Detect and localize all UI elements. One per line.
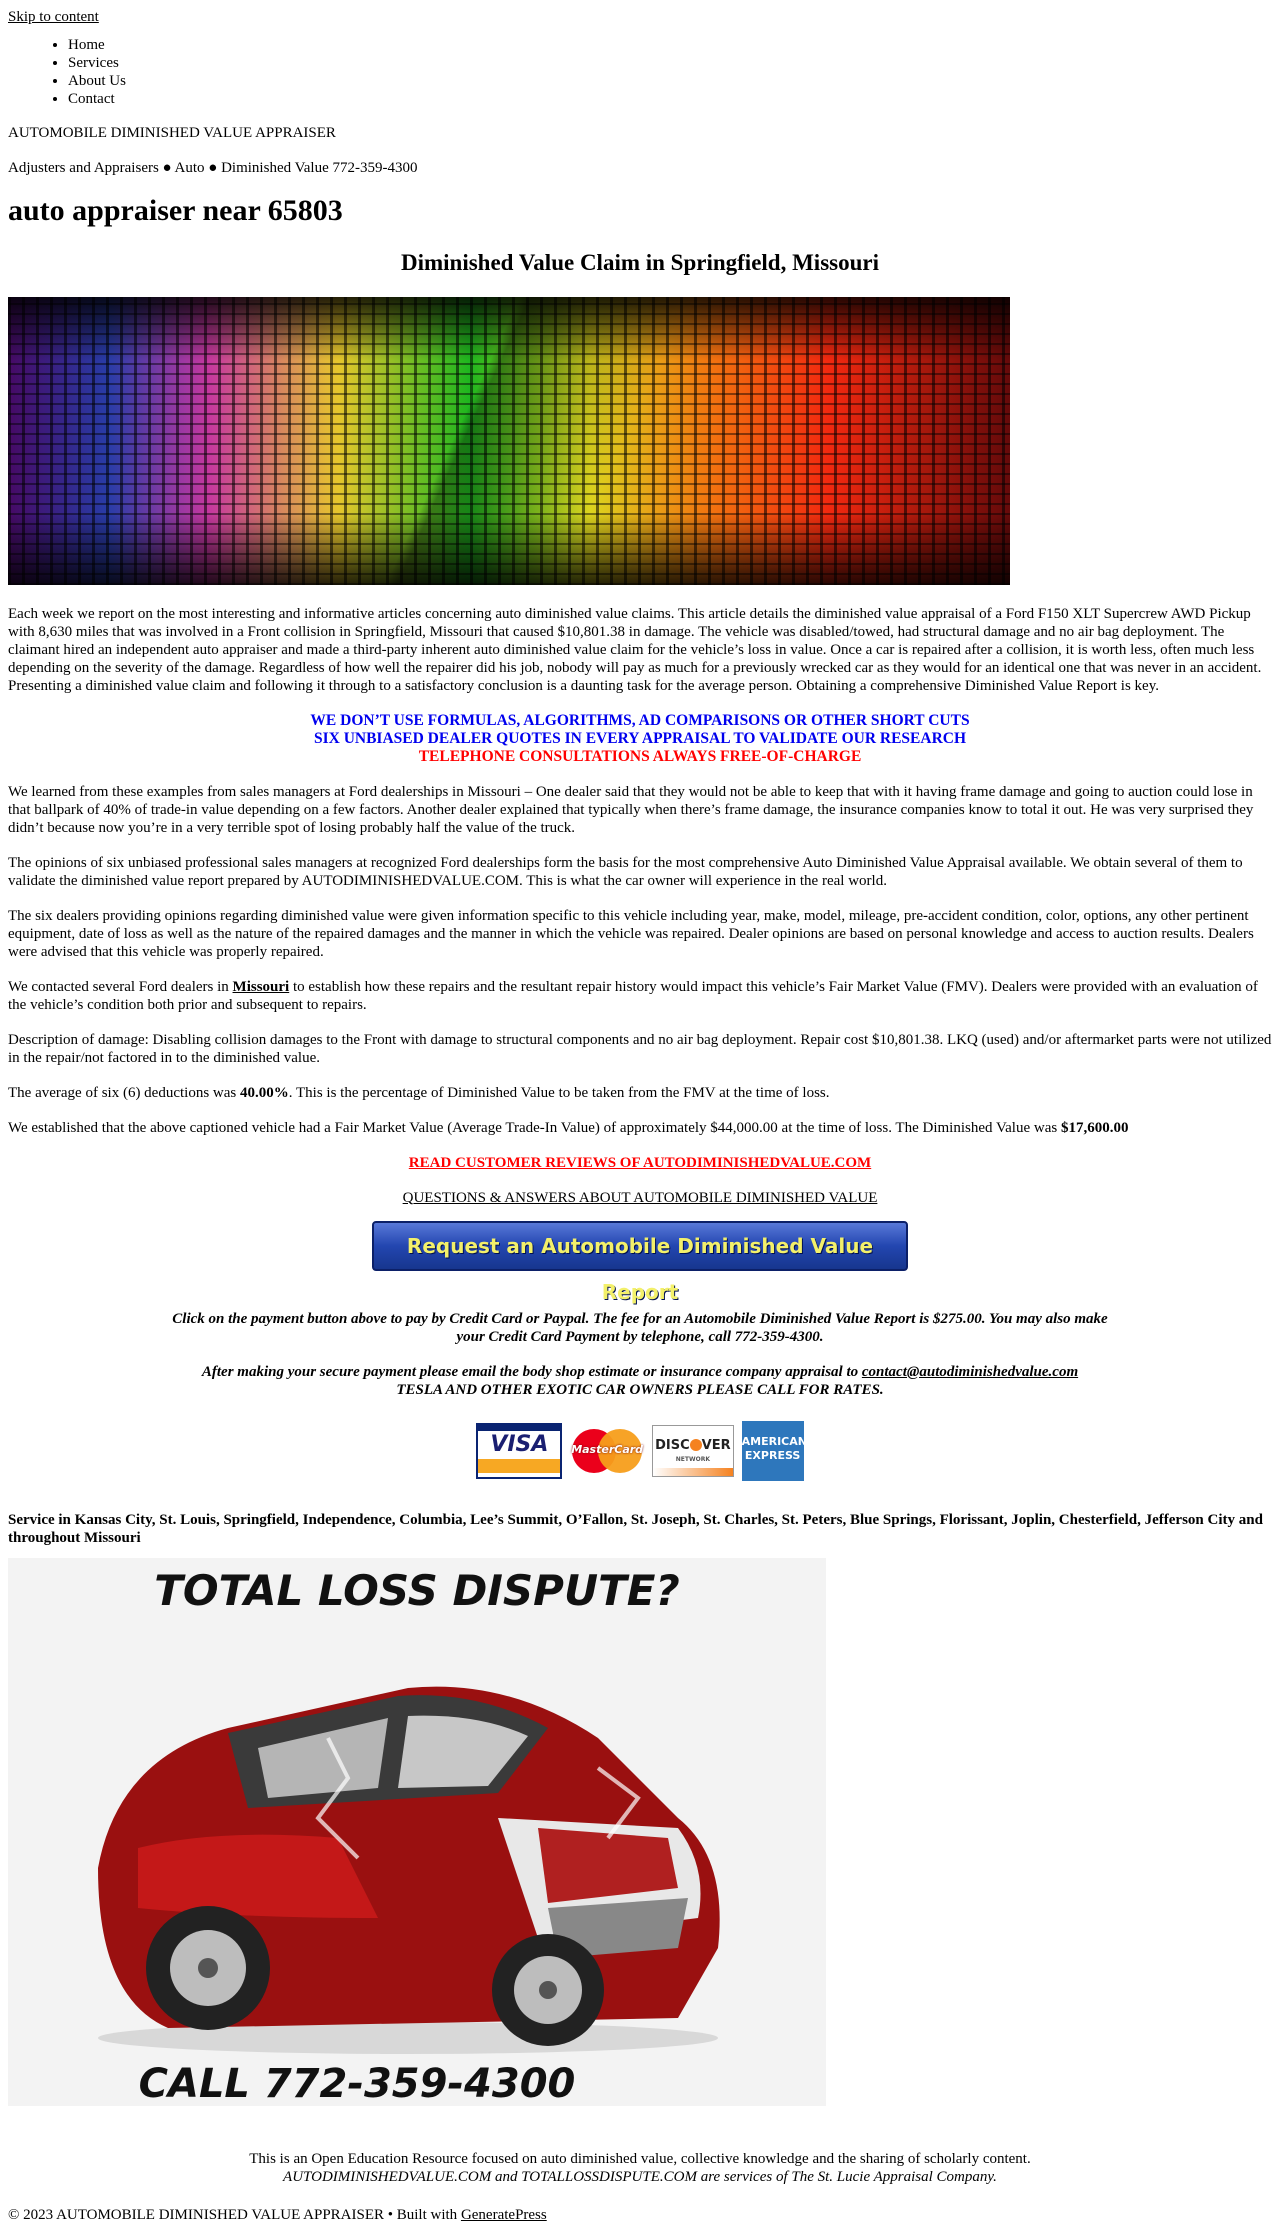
callout-no-formulas: WE DON’T USE FORMULAS, ALGORITHMS, AD CO… bbox=[310, 711, 970, 729]
page: Skip to content Home Services About Us C… bbox=[0, 0, 1280, 2234]
questions-answers-link[interactable]: QUESTIONS & ANSWERS ABOUT AUTOMOBILE DIM… bbox=[403, 1190, 878, 1206]
payment-cards: VISA MasterCard DISC VER NETWORK AMERICAN… bbox=[8, 1420, 1272, 1481]
wrecked-car-icon bbox=[98, 1686, 720, 2054]
footer-services-line: AUTODIMINISHEDVALUE.COM and TOTALLOSSDIS… bbox=[283, 2168, 997, 2185]
nav-item-services[interactable]: Services bbox=[68, 54, 1272, 72]
contacted-dealers-text: We contacted several Ford dealers in bbox=[8, 978, 233, 995]
nav-item-services-label[interactable]: Services bbox=[68, 55, 119, 71]
callout-block: WE DON’T USE FORMULAS, ALGORITHMS, AD CO… bbox=[8, 712, 1272, 766]
site-title[interactable]: AUTOMOBILE DIMINISHED VALUE APPRAISER bbox=[8, 124, 1272, 142]
payment-button-row: Request an Automobile Diminished Value R… bbox=[8, 1220, 1272, 1304]
damage-description-paragraph: Description of damage: Disabling collisi… bbox=[8, 1031, 1272, 1066]
nav-item-about-us[interactable]: About Us bbox=[68, 72, 1272, 90]
visa-label: VISA bbox=[490, 1431, 549, 1457]
footer-oer-line: This is an Open Education Resource focus… bbox=[249, 2150, 1031, 2167]
email-note-text: After making your secure payment please … bbox=[201, 1363, 862, 1380]
contacted-dealers-paragraph: We contacted several Ford dealers in Mis… bbox=[8, 978, 1272, 1014]
fmv-text: We established that the above captioned … bbox=[8, 1119, 1061, 1136]
nav-item-about-us-label[interactable]: About Us bbox=[68, 73, 126, 89]
nav-item-contact[interactable]: Contact bbox=[68, 90, 1272, 108]
total-loss-call-text: CALL 772-359-4300 bbox=[138, 2060, 576, 2106]
main-nav: Home Services About Us Contact bbox=[8, 36, 1272, 108]
fmv-paragraph: We established that the above captioned … bbox=[8, 1119, 1272, 1137]
payment-note: Click on the payment button above to pay… bbox=[172, 1310, 1108, 1345]
missouri-link[interactable]: Missouri bbox=[233, 979, 290, 995]
deductions-text: The average of six (6) deductions was bbox=[8, 1084, 241, 1101]
nav-item-home-label[interactable]: Home bbox=[68, 37, 105, 53]
discover-label-a: DISC bbox=[655, 1437, 690, 1453]
copyright-text: © 2023 AUTOMOBILE DIMINISHED VALUE APPRA… bbox=[8, 2206, 461, 2223]
visa-icon: VISA bbox=[476, 1422, 563, 1479]
service-area: Service in Kansas City, St. Louis, Sprin… bbox=[8, 1511, 1263, 1546]
request-report-button[interactable]: Request an Automobile Diminished Value R… bbox=[372, 1220, 908, 1304]
total-loss-dispute-image: TOTAL LOSS DISPUTE? CALL 772-359-4300 bbox=[8, 1557, 826, 2106]
discover-icon: DISC VER NETWORK bbox=[651, 1424, 734, 1477]
callout-six-dealer-quotes: SIX UNBIASED DEALER QUOTES IN EVERY APPR… bbox=[313, 729, 967, 747]
amex-label-1: AMERICAN bbox=[741, 1434, 807, 1448]
site-description: Adjusters and Appraisers ● Auto ● Dimini… bbox=[8, 160, 418, 176]
copyright: © 2023 AUTOMOBILE DIMINISHED VALUE APPRA… bbox=[8, 2206, 1272, 2224]
dealer-info-paragraph: The six dealers providing opinions regar… bbox=[8, 907, 1254, 960]
contact-email-link[interactable]: contact@autodiminishedvalue.com bbox=[862, 1364, 1078, 1380]
discover-network-label: NETWORK bbox=[675, 1455, 710, 1463]
dealer-examples-paragraph: We learned from these examples from sale… bbox=[8, 783, 1254, 836]
diminished-value-amount: $17,600.00 bbox=[1060, 1119, 1129, 1136]
opinions-paragraph: The opinions of six unbiased professiona… bbox=[8, 854, 1243, 889]
deductions-text-rest: . This is the percentage of Diminished V… bbox=[288, 1084, 830, 1101]
nav-item-home[interactable]: Home bbox=[68, 36, 1272, 54]
american-express-icon: AMERICAN EXPRESS bbox=[741, 1420, 807, 1481]
callout-free-consultations: TELEPHONE CONSULTATIONS ALWAYS FREE-OF-C… bbox=[418, 747, 862, 765]
footer-note: This is an Open Education Resource focus… bbox=[8, 2150, 1272, 2186]
nav-item-contact-label[interactable]: Contact bbox=[68, 91, 115, 107]
mastercard-icon: MasterCard bbox=[570, 1425, 644, 1477]
page-subtitle: Diminished Value Claim in Springfield, M… bbox=[401, 250, 879, 275]
mastercard-label: MasterCard bbox=[571, 1442, 644, 1456]
deductions-percentage: 40.00% bbox=[240, 1084, 289, 1101]
deductions-paragraph: The average of six (6) deductions was 40… bbox=[8, 1084, 1272, 1102]
intro-paragraph: Each week we report on the most interest… bbox=[8, 605, 1262, 694]
email-note: After making your secure payment please … bbox=[8, 1363, 1272, 1399]
customer-reviews-link[interactable]: READ CUSTOMER REVIEWS OF AUTODIMINISHEDV… bbox=[409, 1155, 871, 1171]
exotic-car-note: TESLA AND OTHER EXOTIC CAR OWNERS PLEASE… bbox=[396, 1381, 884, 1398]
page-title: auto appraiser near 65803 bbox=[8, 194, 343, 227]
discover-label-b: VER bbox=[701, 1437, 731, 1453]
reviews-link-row: READ CUSTOMER REVIEWS OF AUTODIMINISHEDV… bbox=[8, 1154, 1272, 1172]
qa-link-row: QUESTIONS & ANSWERS ABOUT AUTOMOBILE DIM… bbox=[8, 1189, 1272, 1207]
amex-label-2: EXPRESS bbox=[744, 1448, 801, 1462]
circuit-board-hero-image bbox=[8, 296, 1010, 585]
skip-to-content-link[interactable]: Skip to content bbox=[8, 8, 99, 26]
generatepress-link[interactable]: GeneratePress bbox=[461, 2207, 547, 2223]
total-loss-headline: TOTAL LOSS DISPUTE? bbox=[154, 1565, 680, 1615]
